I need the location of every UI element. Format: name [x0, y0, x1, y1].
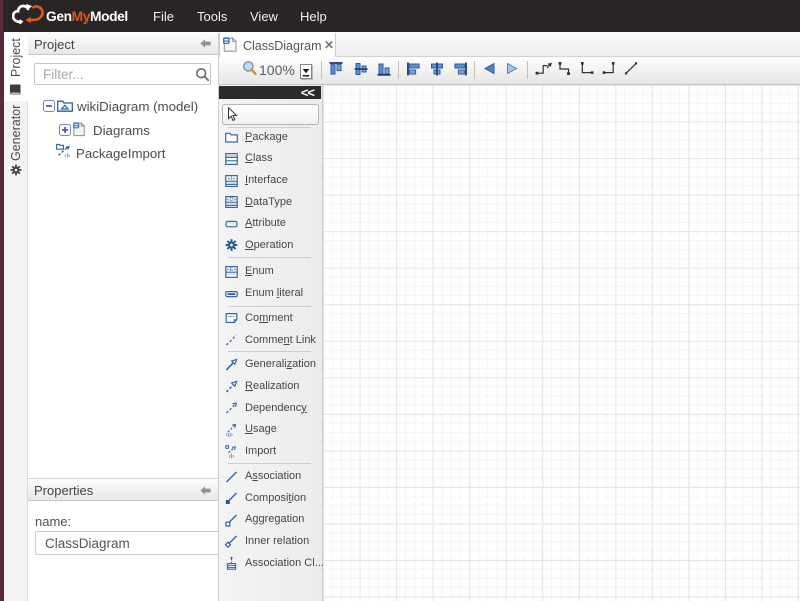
svg-text:‹u›: ‹u›: [226, 432, 233, 436]
svg-text:‹I›: ‹I›: [229, 454, 235, 458]
svg-text:‹Ι›: ‹Ι›: [64, 153, 70, 158]
